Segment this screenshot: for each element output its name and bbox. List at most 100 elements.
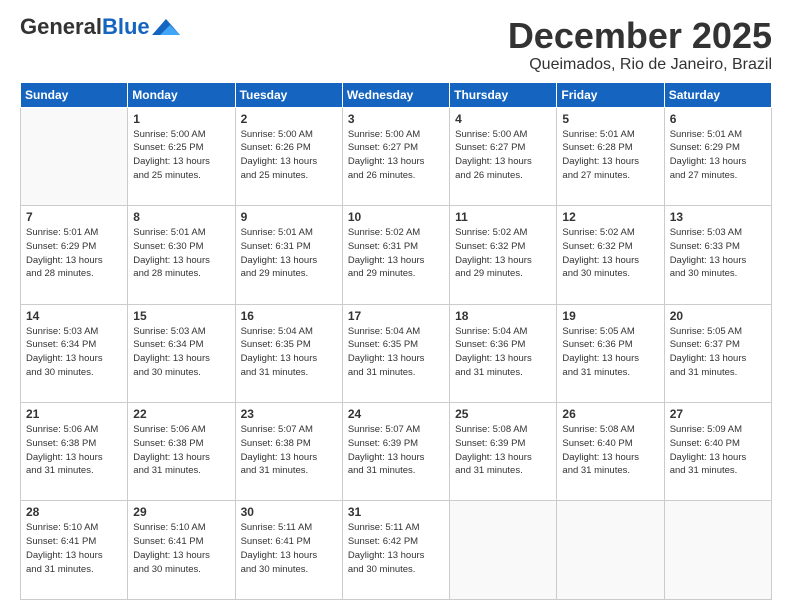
calendar-week-row: 21 Sunrise: 5:06 AM Sunset: 6:38 PM Dayli… (21, 403, 772, 501)
day-number: 1 (133, 112, 229, 126)
calendar-day-header: Monday (128, 82, 235, 107)
calendar-day-cell: 10 Sunrise: 5:02 AM Sunset: 6:31 PM Dayli… (342, 206, 449, 304)
logo-blue: Blue (102, 14, 150, 39)
day-info: Sunrise: 5:10 AM Sunset: 6:41 PM Dayligh… (133, 521, 229, 576)
day-number: 3 (348, 112, 444, 126)
day-info: Sunrise: 5:07 AM Sunset: 6:39 PM Dayligh… (348, 423, 444, 478)
calendar-day-cell: 29Sunrise: 5:10 AM Sunset: 6:41 PM Dayli… (128, 501, 235, 600)
day-number: 6 (670, 112, 766, 126)
day-number: 5 (562, 112, 658, 126)
day-number: 27 (670, 407, 766, 421)
calendar-day-header: Tuesday (235, 82, 342, 107)
subtitle: Queimados, Rio de Janeiro, Brazil (508, 56, 772, 74)
calendar-day-cell: 27 Sunrise: 5:09 AM Sunset: 6:40 PM Dayli… (664, 403, 771, 501)
day-number: 9 (241, 210, 337, 224)
calendar-day-cell: 3 Sunrise: 5:00 AM Sunset: 6:27 PM Daylig… (342, 107, 449, 205)
day-number: 21 (26, 407, 122, 421)
calendar-day-cell: 15 Sunrise: 5:03 AM Sunset: 6:34 PM Dayli… (128, 304, 235, 402)
calendar-week-row: 1 Sunrise: 5:00 AM Sunset: 6:25 PM Daylig… (21, 107, 772, 205)
day-number: 24 (348, 407, 444, 421)
day-info: Sunrise: 5:01 AM Sunset: 6:30 PM Dayligh… (133, 226, 229, 281)
day-info: Sunrise: 5:03 AM Sunset: 6:33 PM Dayligh… (670, 226, 766, 281)
day-info: Sunrise: 5:04 AM Sunset: 6:35 PM Dayligh… (241, 325, 337, 380)
calendar-day-cell: 26 Sunrise: 5:08 AM Sunset: 6:40 PM Dayli… (557, 403, 664, 501)
calendar-day-cell: 11 Sunrise: 5:02 AM Sunset: 6:32 PM Dayli… (450, 206, 557, 304)
day-info: Sunrise: 5:10 AM Sunset: 6:41 PM Dayligh… (26, 521, 122, 576)
calendar-day-cell: 16 Sunrise: 5:04 AM Sunset: 6:35 PM Dayli… (235, 304, 342, 402)
day-info: Sunrise: 5:06 AM Sunset: 6:38 PM Dayligh… (26, 423, 122, 478)
page-container: GeneralBlue December 2025 Queimados, Rio… (0, 0, 792, 612)
calendar-day-header: Thursday (450, 82, 557, 107)
day-info: Sunrise: 5:05 AM Sunset: 6:36 PM Dayligh… (562, 325, 658, 380)
logo-text: GeneralBlue (20, 16, 150, 38)
day-info: Sunrise: 5:02 AM Sunset: 6:32 PM Dayligh… (455, 226, 551, 281)
day-info: Sunrise: 5:02 AM Sunset: 6:32 PM Dayligh… (562, 226, 658, 281)
month-title: December 2025 (508, 16, 772, 56)
calendar-day-cell: 4Sunrise: 5:00 AM Sunset: 6:27 PM Daylig… (450, 107, 557, 205)
calendar-day-header: Saturday (664, 82, 771, 107)
calendar-day-cell: 6 Sunrise: 5:01 AM Sunset: 6:29 PM Daylig… (664, 107, 771, 205)
calendar-day-cell: 20Sunrise: 5:05 AM Sunset: 6:37 PM Dayli… (664, 304, 771, 402)
calendar-day-cell: 17 Sunrise: 5:04 AM Sunset: 6:35 PM Dayli… (342, 304, 449, 402)
calendar-day-cell: 7 Sunrise: 5:01 AM Sunset: 6:29 PM Daylig… (21, 206, 128, 304)
day-number: 8 (133, 210, 229, 224)
logo-general: General (20, 14, 102, 39)
day-info: Sunrise: 5:01 AM Sunset: 6:29 PM Dayligh… (670, 128, 766, 183)
day-info: Sunrise: 5:00 AM Sunset: 6:27 PM Dayligh… (455, 128, 551, 183)
calendar-day-header: Friday (557, 82, 664, 107)
page-header: GeneralBlue December 2025 Queimados, Rio… (20, 16, 772, 74)
calendar-day-cell: 30 Sunrise: 5:11 AM Sunset: 6:41 PM Dayli… (235, 501, 342, 600)
day-number: 31 (348, 505, 444, 519)
day-info: Sunrise: 5:11 AM Sunset: 6:42 PM Dayligh… (348, 521, 444, 576)
calendar-day-cell: 18 Sunrise: 5:04 AM Sunset: 6:36 PM Dayli… (450, 304, 557, 402)
day-number: 10 (348, 210, 444, 224)
day-number: 13 (670, 210, 766, 224)
logo-icon (152, 19, 180, 35)
calendar-week-row: 28 Sunrise: 5:10 AM Sunset: 6:41 PM Dayli… (21, 501, 772, 600)
day-info: Sunrise: 5:01 AM Sunset: 6:29 PM Dayligh… (26, 226, 122, 281)
day-number: 28 (26, 505, 122, 519)
day-number: 2 (241, 112, 337, 126)
day-info: Sunrise: 5:04 AM Sunset: 6:35 PM Dayligh… (348, 325, 444, 380)
day-number: 30 (241, 505, 337, 519)
day-number: 25 (455, 407, 551, 421)
day-number: 17 (348, 309, 444, 323)
calendar-day-cell (450, 501, 557, 600)
day-info: Sunrise: 5:03 AM Sunset: 6:34 PM Dayligh… (133, 325, 229, 380)
calendar-day-cell: 24 Sunrise: 5:07 AM Sunset: 6:39 PM Dayli… (342, 403, 449, 501)
calendar-day-cell (664, 501, 771, 600)
day-number: 15 (133, 309, 229, 323)
day-info: Sunrise: 5:02 AM Sunset: 6:31 PM Dayligh… (348, 226, 444, 281)
calendar-day-cell: 5Sunrise: 5:01 AM Sunset: 6:28 PM Daylig… (557, 107, 664, 205)
calendar-day-cell: 13 Sunrise: 5:03 AM Sunset: 6:33 PM Dayli… (664, 206, 771, 304)
calendar-day-cell: 22Sunrise: 5:06 AM Sunset: 6:38 PM Dayli… (128, 403, 235, 501)
day-number: 26 (562, 407, 658, 421)
day-number: 18 (455, 309, 551, 323)
day-info: Sunrise: 5:00 AM Sunset: 6:25 PM Dayligh… (133, 128, 229, 183)
calendar-day-cell: 12Sunrise: 5:02 AM Sunset: 6:32 PM Dayli… (557, 206, 664, 304)
day-info: Sunrise: 5:05 AM Sunset: 6:37 PM Dayligh… (670, 325, 766, 380)
day-number: 14 (26, 309, 122, 323)
calendar-day-cell: 31 Sunrise: 5:11 AM Sunset: 6:42 PM Dayli… (342, 501, 449, 600)
calendar-day-header: Sunday (21, 82, 128, 107)
day-info: Sunrise: 5:00 AM Sunset: 6:27 PM Dayligh… (348, 128, 444, 183)
day-number: 16 (241, 309, 337, 323)
calendar-day-cell: 28 Sunrise: 5:10 AM Sunset: 6:41 PM Dayli… (21, 501, 128, 600)
calendar-day-cell: 19Sunrise: 5:05 AM Sunset: 6:36 PM Dayli… (557, 304, 664, 402)
day-info: Sunrise: 5:04 AM Sunset: 6:36 PM Dayligh… (455, 325, 551, 380)
calendar-day-cell (21, 107, 128, 205)
day-info: Sunrise: 5:08 AM Sunset: 6:40 PM Dayligh… (562, 423, 658, 478)
calendar-day-cell: 23Sunrise: 5:07 AM Sunset: 6:38 PM Dayli… (235, 403, 342, 501)
title-area: December 2025 Queimados, Rio de Janeiro,… (508, 16, 772, 74)
calendar-day-cell (557, 501, 664, 600)
calendar-day-cell: 21 Sunrise: 5:06 AM Sunset: 6:38 PM Dayli… (21, 403, 128, 501)
calendar-day-header: Wednesday (342, 82, 449, 107)
day-info: Sunrise: 5:00 AM Sunset: 6:26 PM Dayligh… (241, 128, 337, 183)
calendar-day-cell: 9Sunrise: 5:01 AM Sunset: 6:31 PM Daylig… (235, 206, 342, 304)
day-number: 11 (455, 210, 551, 224)
logo: GeneralBlue (20, 16, 180, 38)
day-info: Sunrise: 5:11 AM Sunset: 6:41 PM Dayligh… (241, 521, 337, 576)
calendar-day-cell: 1 Sunrise: 5:00 AM Sunset: 6:25 PM Daylig… (128, 107, 235, 205)
day-number: 7 (26, 210, 122, 224)
day-info: Sunrise: 5:09 AM Sunset: 6:40 PM Dayligh… (670, 423, 766, 478)
